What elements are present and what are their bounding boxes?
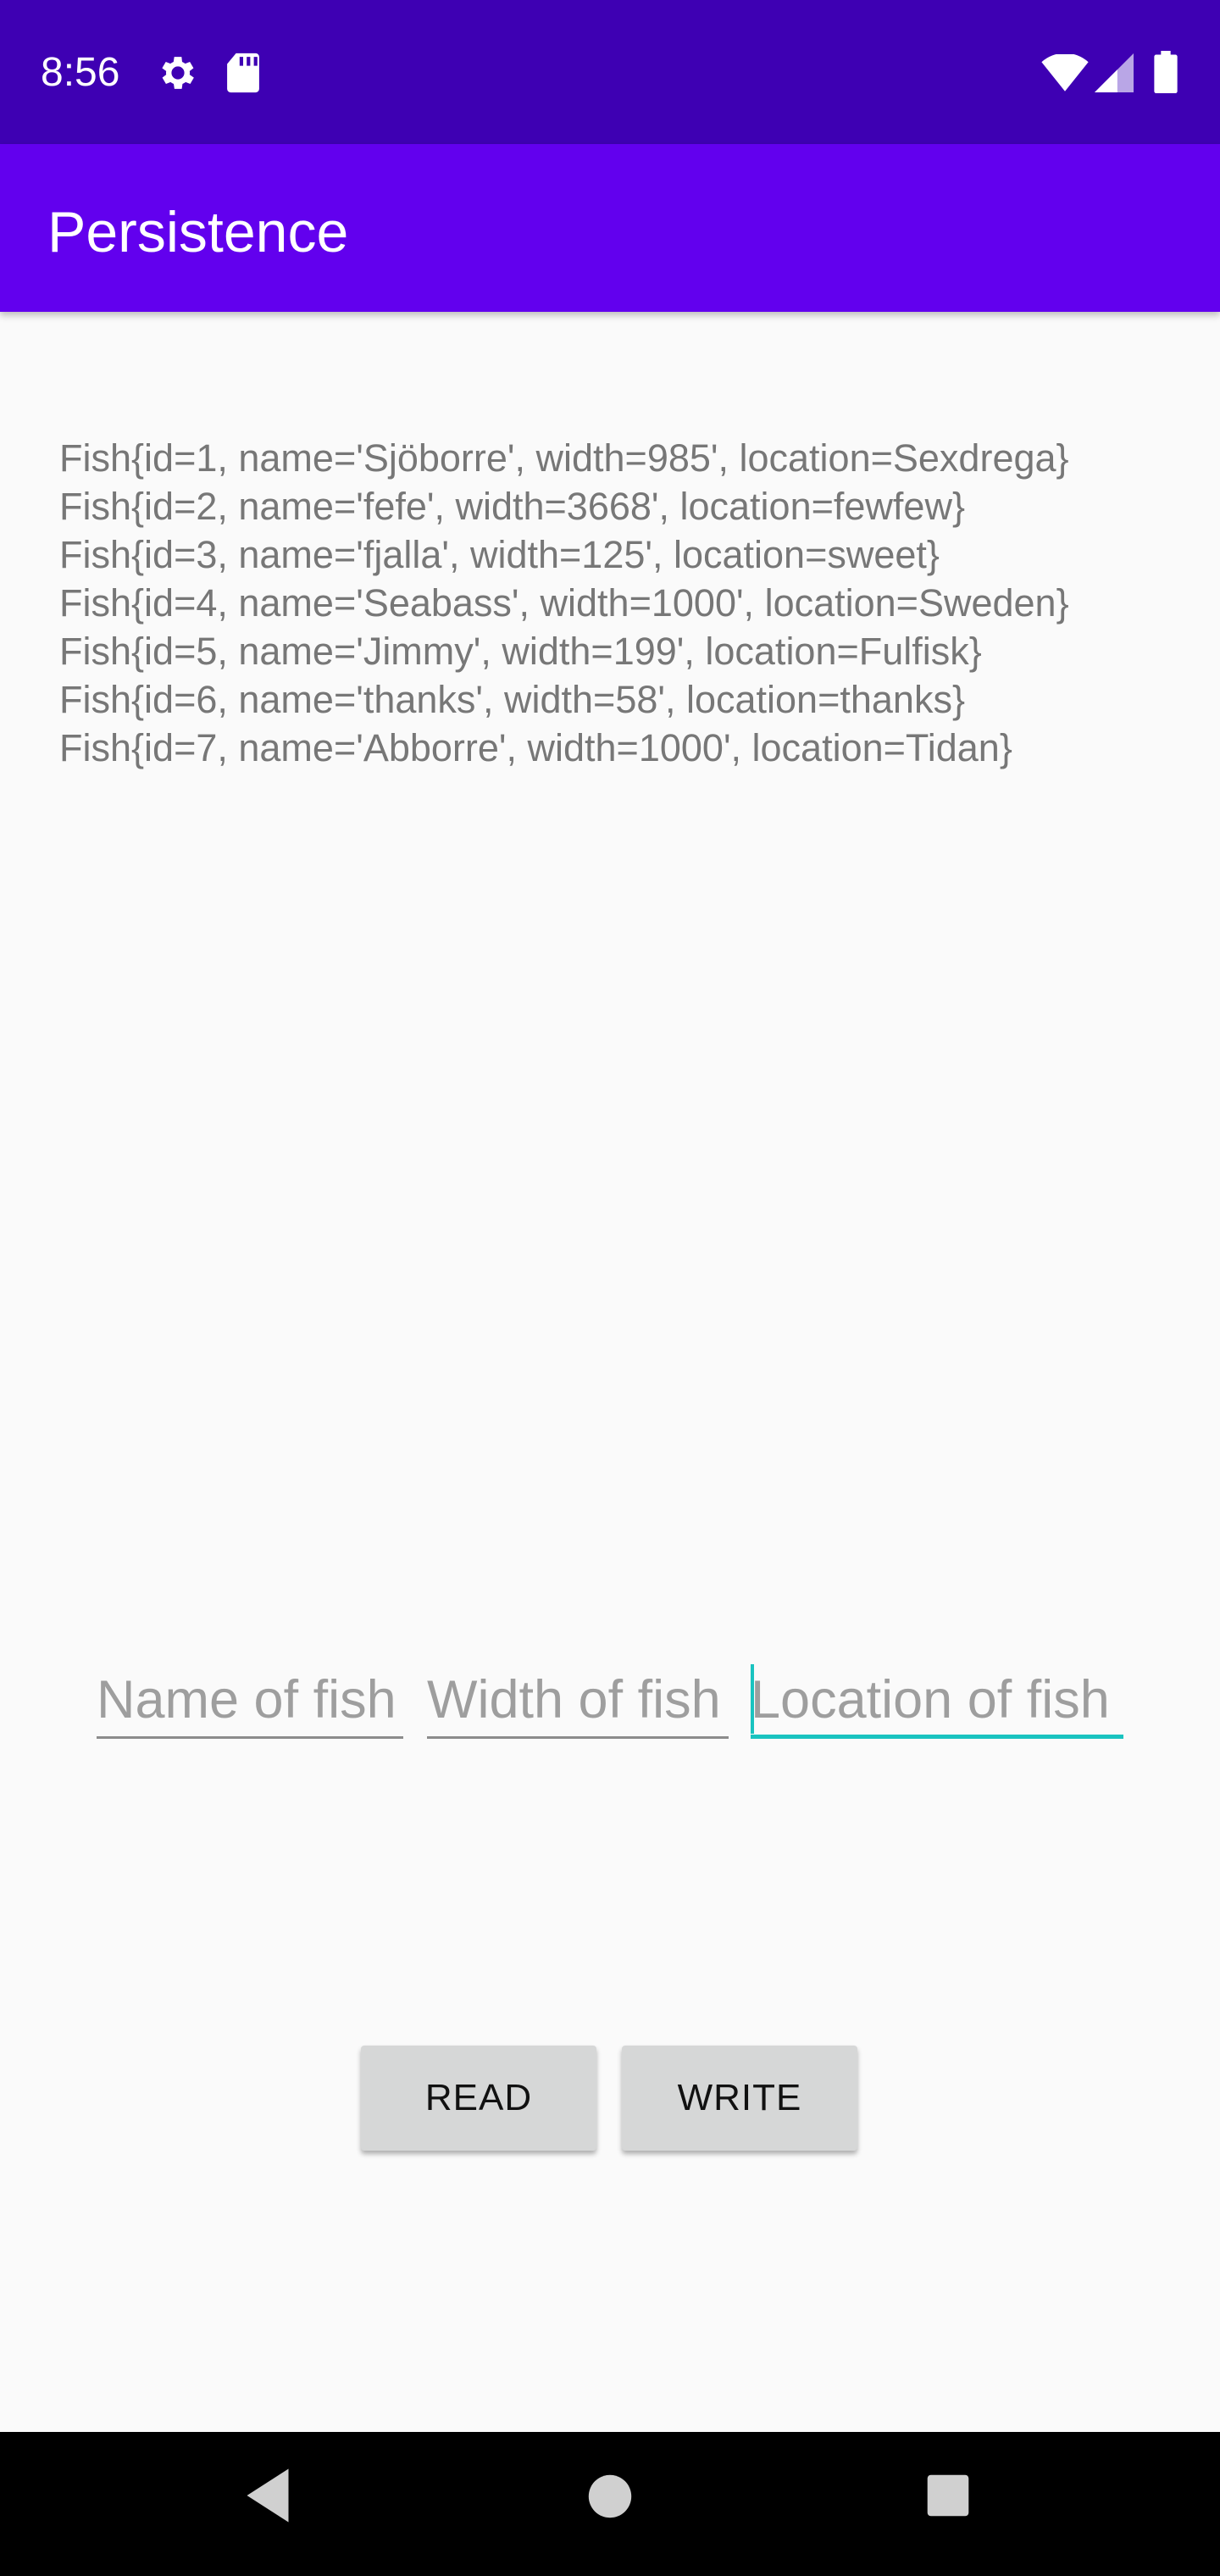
wifi-icon xyxy=(1041,54,1089,92)
battery-icon xyxy=(1154,51,1178,93)
gear-icon xyxy=(162,57,194,89)
navigation-bar xyxy=(0,2432,1220,2576)
status-bar: 8:56 xyxy=(0,0,1220,144)
list-item: Fish{id=3, name='fjalla', width=125', lo… xyxy=(59,533,940,576)
status-time: 8:56 xyxy=(41,50,120,95)
list-item: Fish{id=6, name='thanks', width=58', loc… xyxy=(59,678,965,721)
app-bar: Persistence xyxy=(0,144,1220,312)
width-of-fish-input[interactable]: Width of fish xyxy=(427,1661,729,1739)
list-item: Fish{id=4, name='Seabass', width=1000', … xyxy=(59,581,1069,625)
list-item: Fish{id=5, name='Jimmy', width=199', loc… xyxy=(59,630,982,673)
list-item: Fish{id=2, name='fefe', width=3668', loc… xyxy=(59,485,965,528)
recents-icon[interactable] xyxy=(925,2473,971,2518)
back-icon[interactable] xyxy=(244,2466,291,2525)
list-item: Fish{id=1, name='Sjöborre', width=985', … xyxy=(59,436,1069,480)
app-title: Persistence xyxy=(47,200,349,264)
width-of-fish-placeholder: Width of fish xyxy=(427,1670,721,1729)
location-of-fish-placeholder: Location of fish xyxy=(751,1670,1110,1729)
list-item: Fish{id=7, name='Abborre', width=1000', … xyxy=(59,726,1012,769)
write-button[interactable]: WRITE xyxy=(622,2046,857,2151)
text-cursor xyxy=(751,1664,754,1734)
read-button[interactable]: READ xyxy=(361,2046,596,2151)
home-icon[interactable] xyxy=(586,2473,634,2520)
name-of-fish-input[interactable]: Name of fish xyxy=(97,1661,403,1739)
sd-card-icon xyxy=(227,53,259,93)
signal-icon xyxy=(1095,53,1134,92)
fish-list: Fish{id=1, name='Sjöborre', width=985', … xyxy=(59,434,1178,772)
location-of-fish-input[interactable]: Location of fish xyxy=(751,1661,1123,1739)
name-of-fish-placeholder: Name of fish xyxy=(97,1670,396,1729)
